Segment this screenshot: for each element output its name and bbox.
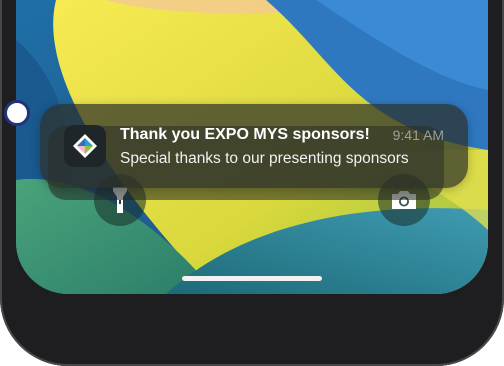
notification-title: Thank you EXPO MYS sponsors! — [120, 126, 370, 143]
callout-marker — [4, 100, 30, 126]
notification-body: Special thanks to our presenting sponsor… — [120, 150, 409, 167]
notification-card[interactable]: Thank you EXPO MYS sponsors! 9:41 AM Spe… — [40, 104, 468, 188]
home-indicator[interactable] — [182, 276, 322, 281]
notification-time: 9:41 AM — [392, 127, 444, 143]
expo-app-icon — [64, 125, 106, 167]
